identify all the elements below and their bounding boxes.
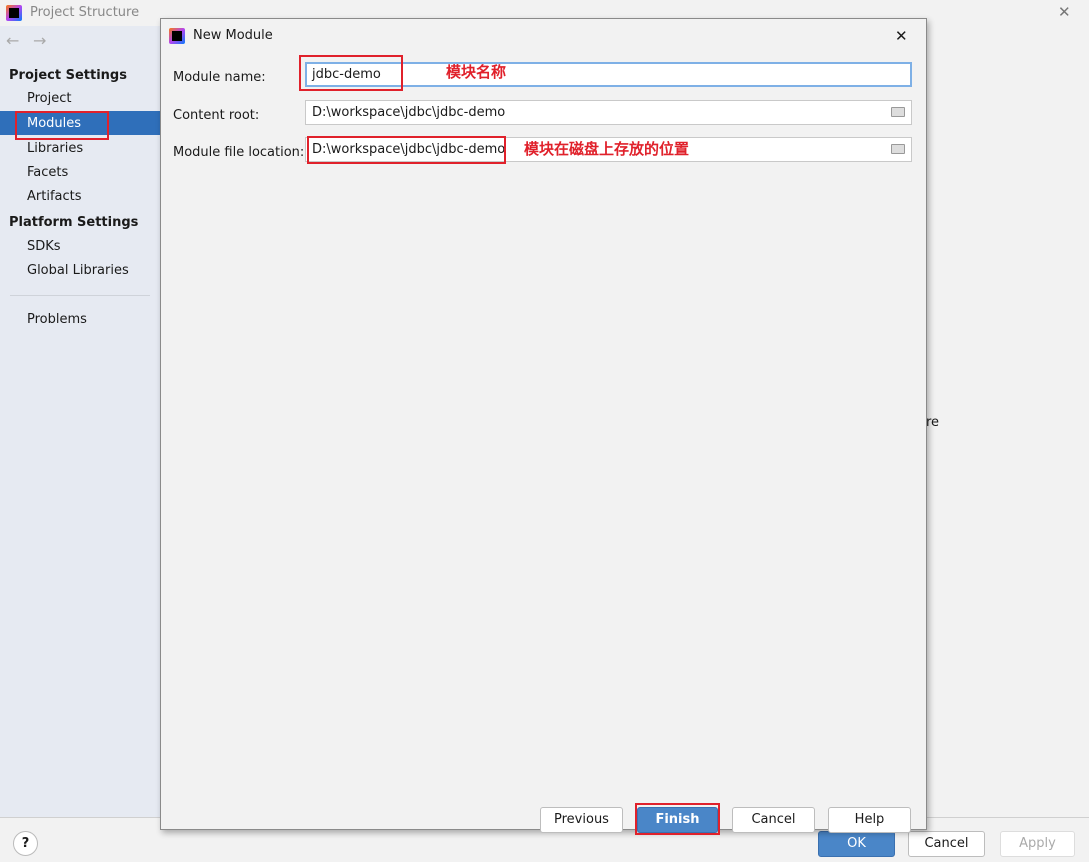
sidebar-item-sdks[interactable]: SDKs xyxy=(27,239,61,254)
sidebar-item-facets[interactable]: Facets xyxy=(27,165,68,180)
footer-cancel-button[interactable]: Cancel xyxy=(908,831,985,857)
background-text: re xyxy=(926,415,940,430)
previous-button[interactable]: Previous xyxy=(540,807,623,833)
module-name-label: Module name: xyxy=(173,70,266,85)
intellij-logo-icon xyxy=(169,28,185,44)
content-root-label: Content root: xyxy=(173,108,260,123)
content-root-input[interactable]: D:\workspace\jdbc\jdbc-demo xyxy=(305,100,912,125)
help-icon[interactable]: ? xyxy=(13,831,38,856)
dialog-title: New Module xyxy=(193,28,273,43)
cancel-button[interactable]: Cancel xyxy=(732,807,815,833)
sidebar-item-problems[interactable]: Problems xyxy=(27,312,87,327)
folder-icon[interactable] xyxy=(891,144,905,154)
sidebar-item-artifacts[interactable]: Artifacts xyxy=(27,189,82,204)
annotation-location: 模块在磁盘上存放的位置 xyxy=(524,140,690,158)
annotation-box-name xyxy=(299,55,403,91)
annotation-name: 模块名称 xyxy=(446,63,507,81)
back-icon[interactable]: ← xyxy=(6,31,19,50)
sidebar-divider xyxy=(10,295,150,296)
new-module-dialog: New Module ✕ Module name: jdbc-demo Cont… xyxy=(160,18,927,835)
dialog-close-icon[interactable]: ✕ xyxy=(895,27,908,45)
intellij-logo-icon xyxy=(6,5,22,21)
sidebar-item-project[interactable]: Project xyxy=(27,91,71,106)
help-button[interactable]: Help xyxy=(828,807,911,833)
sidebar-item-libraries[interactable]: Libraries xyxy=(27,141,83,156)
annotation-box-modules xyxy=(15,111,109,140)
folder-icon[interactable] xyxy=(891,107,905,117)
project-settings-heading: Project Settings xyxy=(9,68,127,83)
window-title: Project Structure xyxy=(30,5,140,20)
content-root-value: D:\workspace\jdbc\jdbc-demo xyxy=(312,105,506,120)
platform-settings-heading: Platform Settings xyxy=(9,215,139,230)
close-icon[interactable]: ✕ xyxy=(1058,3,1071,21)
sidebar-item-global-libraries[interactable]: Global Libraries xyxy=(27,263,129,278)
file-location-label: Module file location: xyxy=(173,145,305,160)
annotation-box-finish xyxy=(635,803,720,835)
apply-button[interactable]: Apply xyxy=(1000,831,1075,857)
ok-button[interactable]: OK xyxy=(818,831,895,857)
forward-icon[interactable]: → xyxy=(33,31,46,50)
annotation-box-location xyxy=(307,136,506,164)
